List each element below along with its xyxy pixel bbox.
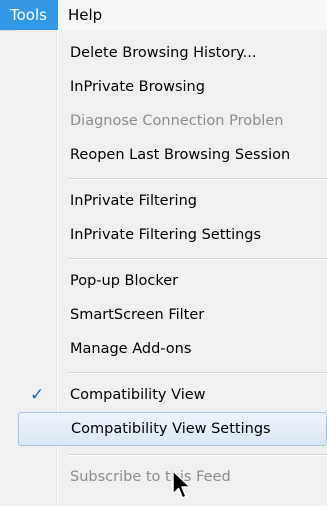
menu-item-label: InPrivate Browsing [70, 79, 205, 95]
mouse-pointer-icon [172, 470, 191, 499]
menu-item-diagnose-connection-problems: Diagnose Connection Problen [16, 104, 327, 138]
menu-item-compatibility-view-settings[interactable]: Compatibility View Settings [18, 412, 327, 446]
menu-item-inprivate-browsing[interactable]: InPrivate Browsing [16, 70, 327, 104]
menu-item-label: Pop-up Blocker [70, 273, 179, 289]
menu-item-manage-addons[interactable]: Manage Add-ons [16, 332, 327, 366]
menu-bar: Tools Help [0, 0, 327, 31]
menu-item-label: Delete Browsing History... [70, 45, 257, 61]
menu-item-label: SmartScreen Filter [70, 307, 205, 323]
menu-item-label: InPrivate Filtering Settings [70, 227, 262, 243]
menu-item-compatibility-view[interactable]: ✓ Compatibility View [16, 378, 327, 412]
menu-item-reopen-last-browsing-session[interactable]: Reopen Last Browsing Session [16, 138, 327, 172]
tools-dropdown-menu: Delete Browsing History... InPrivate Bro… [16, 30, 327, 506]
menu-tools[interactable]: Tools [0, 0, 58, 30]
menu-item-popup-blocker[interactable]: Pop-up Blocker [16, 264, 327, 298]
menu-separator [68, 372, 327, 374]
menu-item-label: Diagnose Connection Problen [70, 113, 284, 129]
menu-item-label: Compatibility View Settings [71, 421, 271, 437]
menu-separator [68, 178, 327, 180]
menu-item-label: Reopen Last Browsing Session [70, 147, 291, 163]
menu-item-smartscreen-filter[interactable]: SmartScreen Filter [16, 298, 327, 332]
menu-item-delete-browsing-history[interactable]: Delete Browsing History... [16, 36, 327, 70]
checkmark-icon: ✓ [30, 385, 45, 405]
menu-item-label: InPrivate Filtering [70, 193, 197, 209]
menu-item-inprivate-filtering-settings[interactable]: InPrivate Filtering Settings [16, 218, 327, 252]
menu-item-inprivate-filtering[interactable]: InPrivate Filtering [16, 184, 327, 218]
menu-help[interactable]: Help [58, 0, 112, 30]
menu-item-label: Compatibility View [70, 387, 206, 403]
menu-separator [68, 454, 327, 456]
menu-item-label: Manage Add-ons [70, 341, 192, 357]
menu-item-label: Subscribe to this Feed [70, 469, 231, 485]
menu-separator [68, 258, 327, 260]
